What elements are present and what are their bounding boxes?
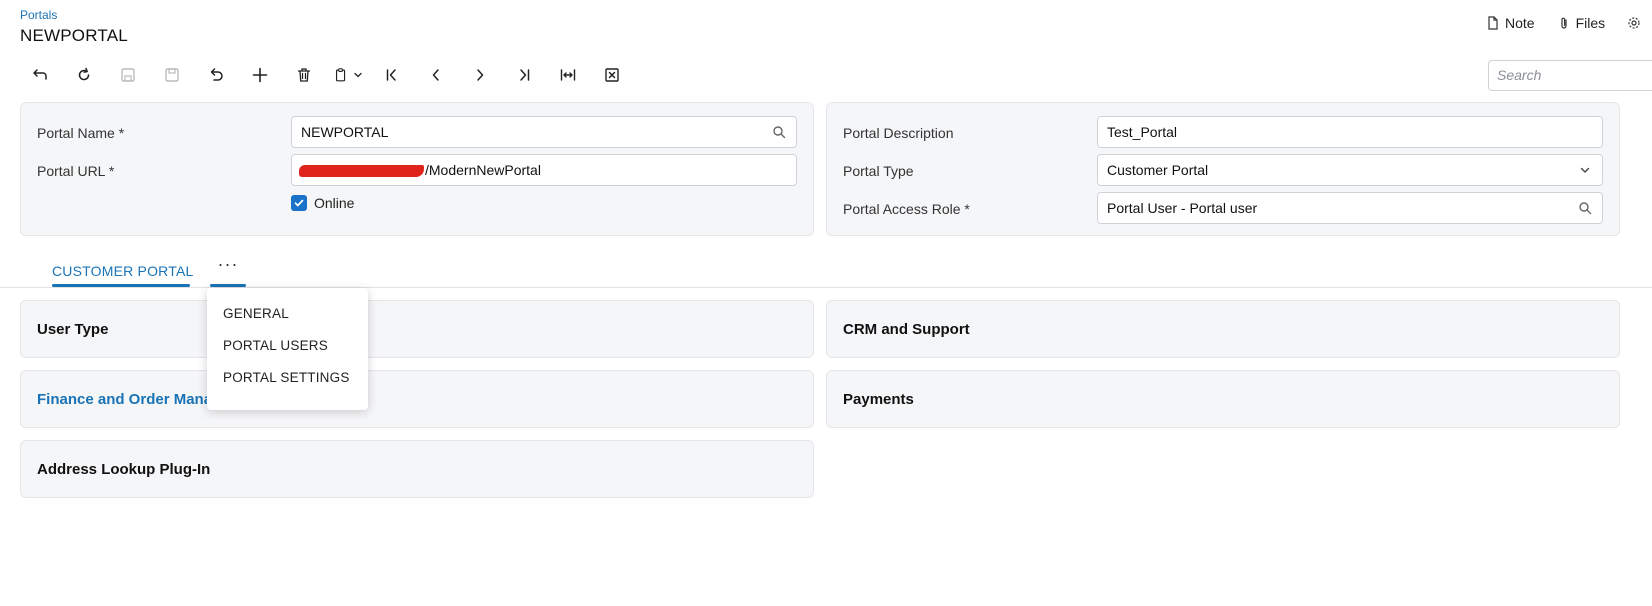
- previous-record-button[interactable]: [414, 62, 458, 88]
- plus-icon: [252, 67, 268, 83]
- chevron-left-icon: [432, 69, 439, 81]
- online-checkbox[interactable]: [291, 195, 307, 211]
- back-arrow-icon: [33, 69, 47, 80]
- note-icon: [1488, 16, 1498, 30]
- more-tab-indicator: [210, 284, 246, 287]
- portal-summary-right: Portal Description Test_Portal Portal Ty…: [826, 102, 1620, 236]
- settings-button[interactable]: [1627, 16, 1641, 30]
- undo-icon: [210, 68, 223, 81]
- breadcrumb[interactable]: Portals: [20, 8, 57, 22]
- portal-type-select[interactable]: Customer Portal: [1097, 154, 1603, 186]
- section-title: User Type: [37, 321, 109, 338]
- section-address-lookup[interactable]: Address Lookup Plug-In: [20, 440, 814, 498]
- page-title: NEWPORTAL: [20, 26, 128, 45]
- clipboard-icon: [335, 68, 346, 82]
- excel-icon: [605, 68, 619, 82]
- save-close-icon: [121, 68, 135, 82]
- portal-description-label: Portal Description: [843, 125, 954, 141]
- files-button[interactable]: Files: [1557, 15, 1606, 31]
- section-finance-order[interactable]: Finance and Order Management: [20, 370, 814, 428]
- first-icon: [386, 69, 396, 81]
- chevron-down-icon: [354, 72, 362, 78]
- menu-item-portal-settings[interactable]: PORTAL SETTINGS: [207, 362, 368, 394]
- tab-customer-portal[interactable]: CUSTOMER PORTAL: [52, 263, 193, 279]
- portal-description-field[interactable]: Test_Portal: [1097, 116, 1603, 148]
- gear-icon: [1628, 17, 1640, 29]
- menu-item-general[interactable]: GENERAL: [207, 298, 368, 330]
- first-record-button[interactable]: [370, 62, 414, 88]
- delete-button[interactable]: [282, 62, 326, 88]
- section-title: CRM and Support: [843, 321, 970, 338]
- top-actions: Note Files: [1486, 15, 1641, 31]
- portal-name-label: Portal Name *: [37, 125, 125, 141]
- last-record-button[interactable]: [502, 62, 546, 88]
- section-payments[interactable]: Payments: [826, 370, 1620, 428]
- redacted-mark: [299, 165, 424, 178]
- tab-more-button[interactable]: ···: [210, 254, 246, 288]
- save-icon: [165, 68, 179, 82]
- tab-bar: CUSTOMER PORTAL ···: [0, 248, 1652, 288]
- copy-paste-button[interactable]: [326, 62, 370, 88]
- portal-name-field[interactable]: NEWPORTAL: [291, 116, 797, 148]
- section-title: Address Lookup Plug-In: [37, 461, 211, 478]
- section-crm-support[interactable]: CRM and Support: [826, 300, 1620, 358]
- fit-columns-button[interactable]: [546, 62, 590, 88]
- refresh-icon: [78, 67, 90, 81]
- active-tab-indicator: [52, 284, 190, 287]
- portal-summary-left: Portal Name * NEWPORTAL Portal URL * /Mo…: [20, 102, 814, 236]
- toolbar: [18, 62, 634, 88]
- paperclip-icon: [1560, 17, 1567, 29]
- more-tabs-menu: GENERAL PORTAL USERS PORTAL SETTINGS: [207, 288, 368, 410]
- save-close-button[interactable]: [106, 62, 150, 88]
- portal-access-role-label: Portal Access Role *: [843, 201, 970, 217]
- next-record-button[interactable]: [458, 62, 502, 88]
- fit-width-icon: [560, 69, 576, 81]
- chevron-down-icon: [1580, 167, 1590, 173]
- online-checkbox-row[interactable]: Online: [291, 195, 354, 211]
- section-title: Payments: [843, 391, 914, 408]
- export-excel-button[interactable]: [590, 62, 634, 88]
- online-label: Online: [314, 195, 355, 211]
- back-button[interactable]: [18, 62, 62, 88]
- checkmark-icon: [294, 199, 304, 207]
- files-label: Files: [1575, 15, 1606, 31]
- portal-url-label: Portal URL *: [37, 163, 115, 179]
- portal-url-field[interactable]: /ModernNewPortal: [291, 154, 797, 186]
- add-button[interactable]: [238, 62, 282, 88]
- refresh-button[interactable]: [62, 62, 106, 88]
- undo-button[interactable]: [194, 62, 238, 88]
- portal-access-role-field[interactable]: Portal User - Portal user: [1097, 192, 1603, 224]
- trash-icon: [297, 68, 311, 82]
- search-icon[interactable]: [1578, 201, 1592, 215]
- chevron-right-icon: [477, 69, 484, 81]
- portal-type-label: Portal Type: [843, 163, 914, 179]
- search-input[interactable]: Search: [1488, 60, 1652, 91]
- note-label: Note: [1505, 15, 1535, 31]
- section-user-type[interactable]: User Type: [20, 300, 814, 358]
- last-icon: [520, 69, 530, 81]
- search-icon[interactable]: [772, 125, 786, 139]
- menu-item-portal-users[interactable]: PORTAL USERS: [207, 330, 368, 362]
- note-button[interactable]: Note: [1486, 15, 1535, 31]
- save-button[interactable]: [150, 62, 194, 88]
